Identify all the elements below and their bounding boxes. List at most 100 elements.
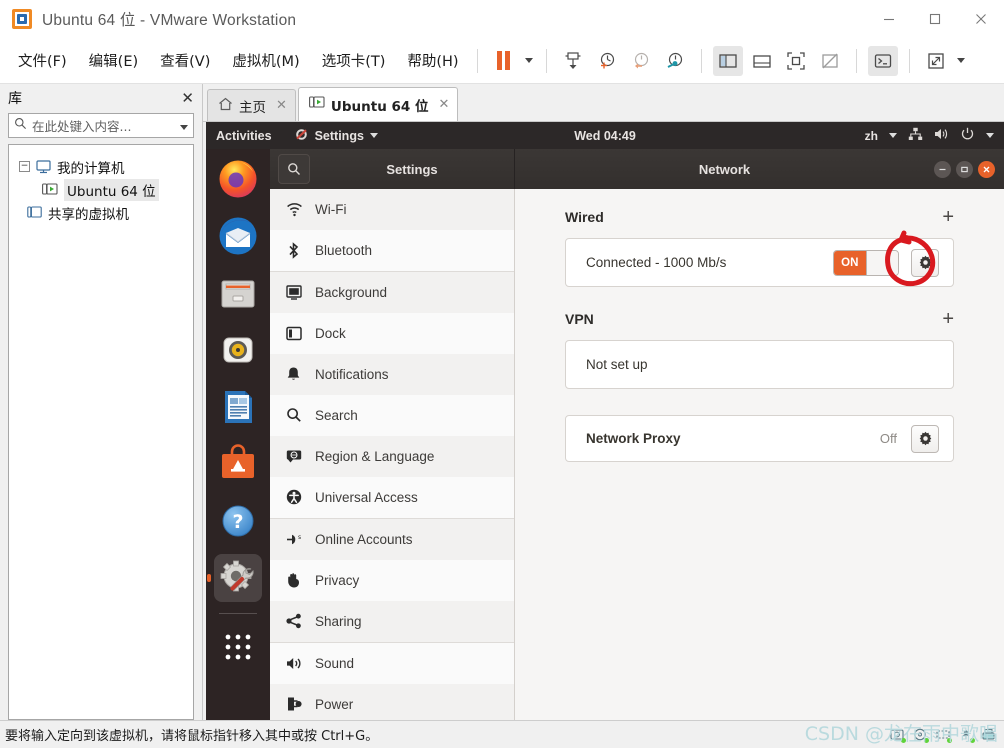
collapse-icon[interactable]: − <box>19 161 30 172</box>
usb-status-icon[interactable] <box>958 727 975 743</box>
sidebar-item-sharing[interactable]: Sharing <box>270 601 514 642</box>
app-menu-button[interactable]: Settings <box>294 127 378 145</box>
settings-search-button[interactable] <box>278 154 310 184</box>
sidebar-item-label: Bluetooth <box>315 242 373 258</box>
dock-item-thunderbird[interactable] <box>214 212 262 260</box>
volume-icon[interactable] <box>934 127 949 144</box>
sidebar-item-label: Wi-Fi <box>315 201 347 217</box>
tree-item-ubuntu-vm[interactable]: Ubuntu 64 位 <box>9 178 193 201</box>
sidebar-item-power[interactable]: Power <box>270 684 514 720</box>
chevron-down-icon[interactable] <box>180 117 188 135</box>
wired-settings-button[interactable] <box>911 248 939 277</box>
sidebar-item-bluetooth[interactable]: Bluetooth <box>270 230 514 271</box>
settings-minimize-button[interactable] <box>934 160 951 178</box>
vpn-row[interactable]: Not set up <box>565 340 954 389</box>
snapshot-manager-button[interactable] <box>558 46 588 76</box>
svg-text:?: ? <box>232 511 243 533</box>
network-status-icon[interactable] <box>935 727 952 743</box>
sidebar-item-notifications[interactable]: Notifications <box>270 354 514 395</box>
library-search-input[interactable]: 在此处键入内容... <box>8 113 194 138</box>
toolbar-separator <box>908 48 910 73</box>
close-icon[interactable]: ✕ <box>439 97 450 112</box>
dock-item-files[interactable] <box>214 269 262 317</box>
dock-item-firefox[interactable] <box>214 155 262 203</box>
snapshot-revert-icon <box>634 52 648 68</box>
unity-mode-button[interactable] <box>815 46 845 76</box>
revert-snapshot-button[interactable] <box>626 46 656 76</box>
menu-vm[interactable]: 虚拟机(M) <box>223 45 308 76</box>
add-wired-button[interactable]: + <box>942 207 954 227</box>
shared-vms-icon <box>27 205 42 220</box>
sidebar-item-universal-access[interactable]: Universal Access <box>270 477 514 518</box>
pause-dropdown-caret-icon[interactable] <box>521 46 537 76</box>
close-button[interactable] <box>958 0 1004 38</box>
dock-item-settings[interactable] <box>214 554 262 602</box>
menu-view[interactable]: 查看(V) <box>151 45 219 76</box>
fullscreen-button[interactable] <box>781 46 811 76</box>
dock-item-help[interactable]: ? <box>214 497 262 545</box>
toolbar-separator <box>545 48 547 73</box>
tab-ubuntu-vm[interactable]: Ubuntu 64 位 ✕ <box>297 87 459 121</box>
tree-item-my-computer[interactable]: − 我的计算机 <box>9 155 193 178</box>
sidebar-item-online-accounts[interactable]: s Online Accounts <box>270 519 514 560</box>
system-tray: zh <box>865 127 994 144</box>
power-plug-icon <box>286 696 308 712</box>
menu-tabs[interactable]: 选项卡(T) <box>313 45 395 76</box>
take-snapshot-button[interactable] <box>592 46 622 76</box>
search-icon <box>14 117 27 135</box>
show-applications-button[interactable] <box>214 623 262 671</box>
sidebar-item-dock[interactable]: Dock <box>270 313 514 354</box>
hard-disk-status-icon[interactable] <box>889 727 906 743</box>
tree-item-shared-vms[interactable]: 共享的虚拟机 <box>9 201 193 224</box>
close-icon[interactable]: ✕ <box>276 98 287 113</box>
tree-item-label: 我的计算机 <box>57 160 125 177</box>
wired-toggle[interactable]: ON <box>833 249 899 276</box>
settings-maximize-button[interactable] <box>956 160 973 178</box>
keyboard-layout-indicator[interactable]: zh <box>865 129 878 143</box>
sidebar-item-search[interactable]: Search <box>270 395 514 436</box>
toolbar-separator <box>855 48 857 73</box>
search-icon <box>288 163 300 175</box>
sidebar-item-label: Sharing <box>315 613 362 629</box>
show-thumbnails-button[interactable] <box>747 46 777 76</box>
console-view-button[interactable] <box>867 45 898 76</box>
manage-snapshots-button[interactable] <box>660 46 690 76</box>
dock-item-libreoffice-writer[interactable] <box>214 383 262 431</box>
dock-item-ubuntu-software[interactable] <box>214 440 262 488</box>
menu-help[interactable]: 帮助(H) <box>398 45 467 76</box>
sidebar-item-sound[interactable]: Sound <box>270 643 514 684</box>
activities-button[interactable]: Activities <box>216 129 272 143</box>
window-titlebar: Ubuntu 64 位 - VMware Workstation <box>0 0 1004 38</box>
sidebar-item-region-language[interactable]: Region & Language <box>270 436 514 477</box>
sidebar-item-label: Notifications <box>315 366 389 382</box>
minimize-button[interactable] <box>866 0 912 38</box>
power-icon[interactable] <box>960 127 975 144</box>
ubuntu-guest-screen: Activities Settings Wed 04:49 zh ? Setti… <box>206 122 1004 720</box>
network-proxy-settings-button[interactable] <box>911 424 939 453</box>
stretch-dropdown-caret-icon[interactable] <box>953 46 969 76</box>
tab-home[interactable]: 主页 ✕ <box>207 89 296 121</box>
sidebar-item-label: Background <box>315 284 388 300</box>
show-library-button[interactable] <box>712 45 743 76</box>
menu-file[interactable]: 文件(F) <box>9 45 76 76</box>
menubar: 文件(F) 编辑(E) 查看(V) 虚拟机(M) 选项卡(T) 帮助(H) <box>0 38 1004 84</box>
library-title: 库 <box>8 91 22 107</box>
close-icon[interactable]: ✕ <box>181 91 194 106</box>
maximize-button[interactable] <box>912 0 958 38</box>
add-vpn-button[interactable]: + <box>942 309 954 329</box>
menu-edit[interactable]: 编辑(E) <box>80 45 147 76</box>
wired-network-icon[interactable] <box>908 127 923 144</box>
pause-button[interactable] <box>489 46 519 76</box>
sidebar-item-background[interactable]: Background <box>270 272 514 313</box>
sidebar-item-privacy[interactable]: Privacy <box>270 560 514 601</box>
chevron-down-icon[interactable] <box>986 133 994 138</box>
printer-status-icon[interactable] <box>981 727 996 742</box>
stretch-button[interactable] <box>921 46 951 76</box>
sidebar-item-label: Region & Language <box>315 448 435 464</box>
sidebar-item-wifi[interactable]: Wi-Fi <box>270 189 514 230</box>
settings-close-button[interactable] <box>978 160 995 178</box>
network-proxy-label: Network Proxy <box>586 431 681 446</box>
cd-dvd-status-icon[interactable] <box>912 727 929 743</box>
dock-item-rhythmbox[interactable] <box>214 326 262 374</box>
network-panel: Wired + Connected - 1000 Mb/s ON VPN + N… <box>515 189 1004 720</box>
